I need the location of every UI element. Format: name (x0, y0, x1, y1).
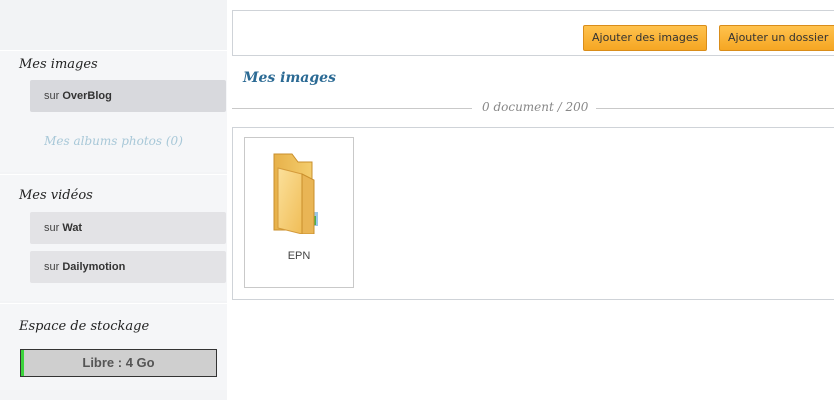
sidebar-title-storage: Espace de stockage (19, 319, 150, 334)
sidebar-item-prefix: sur (44, 222, 63, 234)
sidebar-item-overblog[interactable]: sur OverBlog (30, 80, 226, 112)
storage-bar: Libre : 4 Go (20, 349, 217, 377)
divider-right (596, 108, 834, 109)
sidebar-item-label: OverBlog (62, 90, 112, 102)
sidebar-item-label: Dailymotion (62, 261, 126, 273)
sidebar-item-dailymotion[interactable]: sur Dailymotion (30, 251, 226, 283)
sidebar: Mes images sur OverBlog Mes albums photo… (0, 0, 227, 400)
folder-icon (273, 153, 318, 234)
toolbar: Ajouter des images Ajouter un dossier (232, 10, 834, 56)
sidebar-top-strip (0, 0, 227, 50)
folder-tile[interactable]: EPN (244, 137, 354, 288)
document-count: 0 document / 200 (478, 100, 593, 114)
sidebar-title-images: Mes images (19, 57, 98, 72)
sidebar-item-prefix: sur (44, 90, 63, 102)
divider-left (232, 108, 472, 109)
sidebar-item-label: Wat (62, 222, 83, 234)
add-folder-button[interactable]: Ajouter un dossier (719, 25, 834, 51)
storage-label: Libre : 4 Go (82, 355, 155, 370)
albums-link[interactable]: Mes albums photos (0) (0, 134, 227, 148)
sidebar-section-images: Mes images sur OverBlog Mes albums photo… (0, 50, 227, 172)
sidebar-item-prefix: sur (44, 261, 63, 273)
folder-name: EPN (287, 250, 311, 262)
sidebar-item-wat[interactable]: sur Wat (30, 212, 226, 244)
sidebar-section-videos: Mes vidéos sur Wat sur Dailymotion (0, 174, 227, 301)
page-title: Mes images (243, 70, 336, 86)
sidebar-title-videos: Mes vidéos (19, 188, 93, 203)
add-images-button[interactable]: Ajouter des images (583, 25, 708, 51)
